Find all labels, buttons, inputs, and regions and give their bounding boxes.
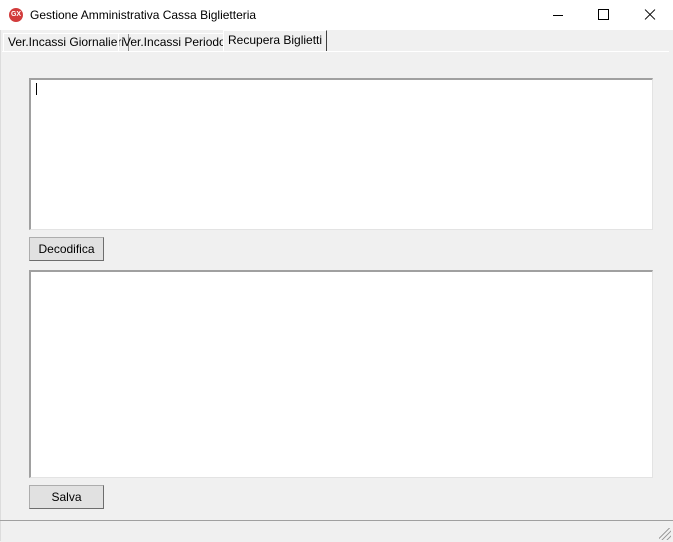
tab-recupera-biglietti[interactable]: Recupera Biglietti <box>223 30 328 52</box>
minimize-button[interactable] <box>535 0 581 30</box>
window-title: Gestione Amministrativa Cassa Biglietter… <box>30 8 257 22</box>
window-border <box>0 30 1 541</box>
app-icon[interactable]: GX <box>9 8 23 22</box>
decodifica-button[interactable]: Decodifica <box>29 237 104 261</box>
title-bar: GX Gestione Amministrativa Cassa Bigliet… <box>0 0 673 30</box>
salva-button[interactable]: Salva <box>29 485 104 509</box>
close-button[interactable] <box>626 0 672 30</box>
input-textarea[interactable] <box>29 78 653 230</box>
tab-ver-incassi-periodo[interactable]: Ver.Incassi Periodo <box>118 33 231 52</box>
tab-ver-incassi-giornalieri[interactable]: Ver.Incassi Giornalieri <box>3 33 130 52</box>
resize-grip-icon[interactable] <box>659 528 671 540</box>
output-textarea[interactable] <box>29 270 653 478</box>
status-bar <box>0 520 673 542</box>
tab-strip: Ver.Incassi Giornalieri Ver.Incassi Peri… <box>0 30 673 52</box>
maximize-button[interactable] <box>580 0 626 30</box>
text-caret <box>36 83 37 95</box>
